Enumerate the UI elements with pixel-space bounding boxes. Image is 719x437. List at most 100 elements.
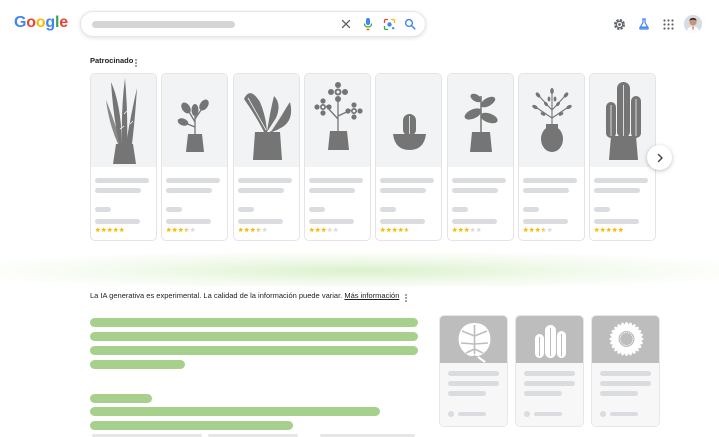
ai-text-line [90,394,152,403]
product-text-placeholder [308,207,325,212]
product-text-placeholder [522,178,577,183]
product-text-placeholder [95,219,140,224]
product-text-placeholder [522,188,569,193]
product-card[interactable] [90,73,157,241]
search-box[interactable] [80,11,426,37]
product-text-placeholder [308,219,354,224]
product-text-placeholder [166,178,221,183]
apps-grid-icon[interactable] [660,16,676,32]
star-icon [321,227,327,232]
product-card[interactable] [232,73,300,241]
ai-text-line [90,346,418,355]
star-icon [386,227,392,232]
star-icon [606,227,612,232]
snake-plant-icon [106,78,137,164]
star-icon [119,227,125,232]
star-icon [463,227,469,232]
star-icon [190,227,196,232]
product-text-placeholder [308,178,363,183]
star-icon [172,227,178,232]
product-card[interactable] [375,73,443,241]
product-text-placeholder [308,188,355,193]
search-query-placeholder[interactable] [92,21,235,28]
product-text-placeholder [166,219,212,224]
star-rating [380,227,410,233]
product-image [162,74,228,167]
chevron-right-icon [657,153,663,162]
product-text-placeholder [594,219,640,224]
product-image [590,74,656,167]
product-text-placeholder [451,207,468,212]
star-icon [469,227,475,232]
product-text-placeholder [237,219,283,224]
star-icon [457,227,463,232]
product-text-placeholder [95,188,141,193]
star-rating [237,227,268,233]
ai-source-card[interactable] [439,315,508,427]
ai-card-thumbnail [516,316,583,363]
star-icon [451,227,457,232]
product-image [518,74,584,167]
cactus-icon [535,325,566,358]
star-icon [178,227,184,232]
close-icon[interactable] [338,16,354,32]
ai-text-line [90,318,418,327]
more-options-icon[interactable] [133,55,139,67]
ai-text-line [90,407,380,416]
product-card[interactable] [517,73,585,241]
star-icon [612,227,618,232]
ai-text-line [90,421,293,430]
star-icon [392,227,398,232]
learn-more-link[interactable]: Más información [344,291,399,300]
ai-card-thumbnail [440,316,507,363]
product-text-placeholder [95,178,149,183]
star-icon [380,227,386,232]
star-rating [309,227,339,233]
lens-icon[interactable] [381,16,397,32]
google-logo[interactable]: Google [14,14,68,32]
ai-more-options-icon[interactable] [403,290,409,302]
ai-card-thumbnail [592,316,659,363]
ai-overview-glow [0,252,719,286]
product-card[interactable] [161,73,229,241]
star-icon [249,227,255,232]
ai-notice-text: La IA generativa es experimental. La cal… [90,291,343,300]
star-icon [243,227,249,232]
star-icon [166,227,172,232]
star-rating [523,227,553,233]
star-rating [594,227,624,233]
sponsored-label: Patrocinado [90,56,134,65]
large-leaf-plant-icon [243,93,291,160]
star-rating [451,227,482,233]
account-avatar[interactable] [684,15,702,33]
product-card[interactable] [303,73,371,241]
star-icon [541,227,547,232]
star-rating [95,227,125,233]
gear-icon[interactable] [611,16,627,32]
labs-flask-icon[interactable] [636,16,652,32]
star-icon [404,227,410,232]
star-icon [523,227,529,232]
mic-icon[interactable] [360,16,376,32]
star-icon [255,227,261,232]
star-icon [547,227,553,232]
rubber-plant-icon [464,93,498,152]
tall-cactus-icon [606,82,642,160]
product-text-placeholder [451,178,506,183]
search-icon[interactable] [402,16,418,32]
ai-source-card[interactable] [591,315,660,427]
product-text-placeholder [380,207,397,212]
fern-plant-icon [532,88,572,152]
star-rating [166,227,196,233]
ai-source-card[interactable] [515,315,584,427]
sunflower-icon [609,322,644,356]
star-icon [327,227,333,232]
carousel-next-button[interactable] [647,145,672,170]
star-icon [113,227,119,232]
star-icon [594,227,600,232]
product-text-placeholder [380,178,435,183]
product-text-placeholder [594,207,611,212]
star-icon [237,227,243,232]
product-card[interactable] [446,73,514,241]
product-image [233,74,299,167]
